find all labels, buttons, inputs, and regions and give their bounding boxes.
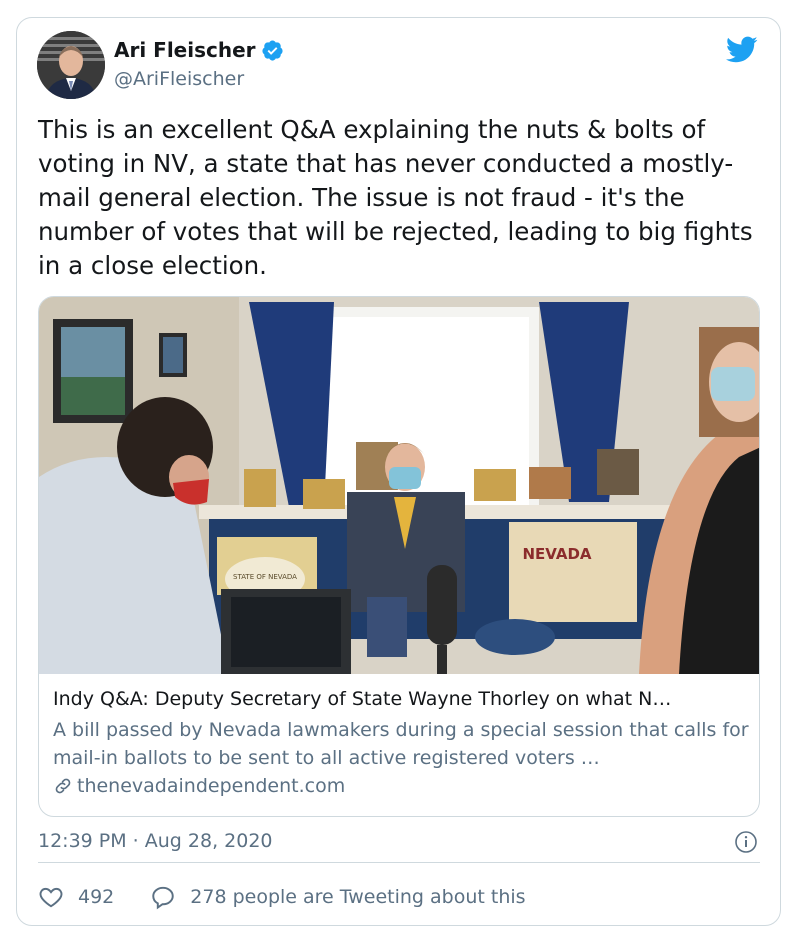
link-card-title[interactable]: Indy Q&A: Deputy Secretary of State Wayn…: [53, 686, 753, 712]
pillow-text: NEVADA: [522, 545, 591, 563]
author-handle[interactable]: @AriFleischer: [114, 68, 244, 90]
like-count: 492: [78, 886, 115, 908]
conversation-button[interactable]: 278 people are Tweeting about this: [150, 884, 526, 910]
engagement-bar: 492 278 people are Tweeting about this: [38, 884, 562, 910]
verified-badge-icon: [261, 39, 283, 61]
twitter-bird-icon[interactable]: [726, 36, 758, 64]
link-preview-card[interactable]: NEVADA STATE OF NEVADA Indy Q&A: Deputy …: [38, 296, 760, 817]
heart-icon: [39, 887, 63, 908]
article-photo: NEVADA STATE OF NEVADA: [39, 297, 759, 674]
link-card-description: A bill passed by Nevada lawmakers during…: [53, 719, 749, 769]
tweet-text: This is an excellent Q&A explaining the …: [38, 115, 753, 280]
link-icon: [55, 778, 71, 794]
author-name[interactable]: Ari Fleischer: [114, 38, 256, 62]
conversation-text: 278 people are Tweeting about this: [190, 886, 526, 908]
author-name-row[interactable]: Ari Fleischer: [114, 38, 284, 62]
link-card-domain[interactable]: thenevadaindependent.com: [77, 772, 345, 800]
like-button[interactable]: 492: [38, 884, 114, 910]
seal-text: STATE OF NEVADA: [233, 573, 297, 581]
divider: [38, 862, 760, 863]
info-icon[interactable]: [734, 830, 758, 854]
link-card-meta: Indy Q&A: Deputy Secretary of State Wayn…: [53, 686, 753, 800]
link-card-domain-row[interactable]: thenevadaindependent.com: [53, 772, 753, 800]
tweet-timestamp[interactable]: 12:39 PM · Aug 28, 2020: [38, 830, 273, 852]
avatar[interactable]: [37, 31, 105, 99]
speech-bubble-icon: [152, 886, 174, 910]
